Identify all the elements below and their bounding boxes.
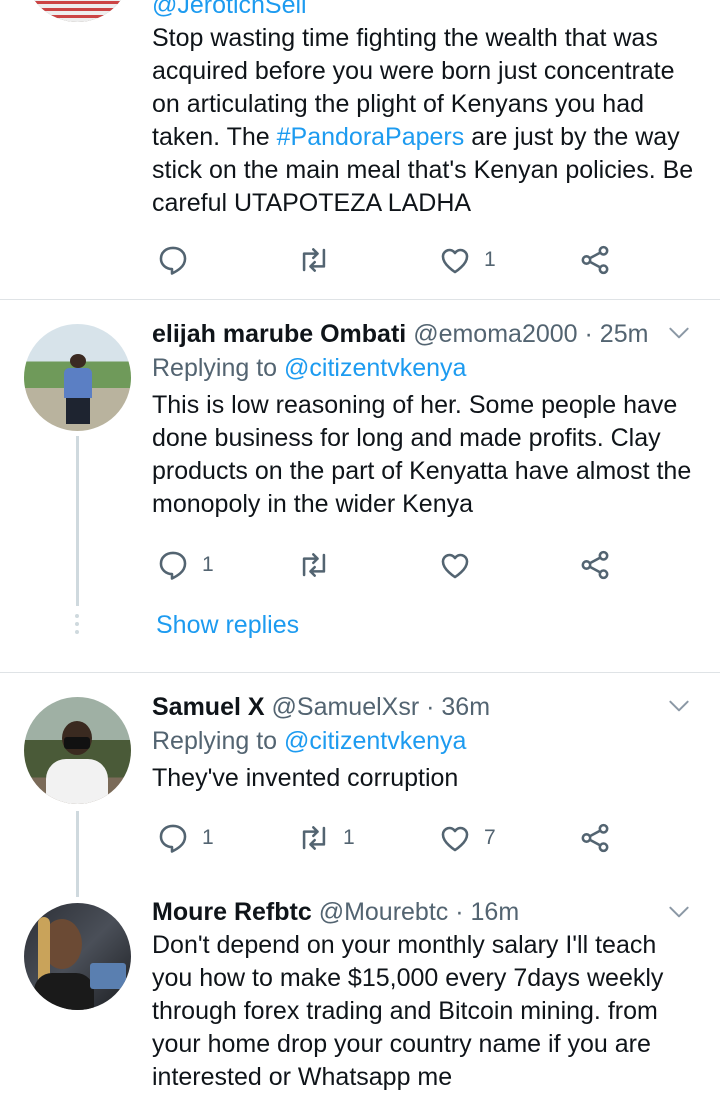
avatar[interactable] [24,903,131,1010]
tweet-text: This is low reasoning of her. Some peopl… [152,391,692,518]
display-name[interactable]: elijah marube Ombati [152,320,406,348]
caret-down-icon[interactable] [666,899,692,925]
retweet-button[interactable] [297,545,343,585]
like-button[interactable] [438,545,484,585]
tweet-body: Moure Refbtc @Mourebtc · 16m Don't depen… [152,895,702,1094]
retweet-icon [297,821,331,855]
caret-down-icon[interactable] [666,693,692,719]
retweet-icon [297,243,331,277]
tweet-card[interactable]: Samuel X @SamuelXsr · 36m Replying to @c… [0,673,720,897]
like-icon [438,548,472,582]
tweet-header: elijah marube Ombati @emoma2000 · 25m [152,317,702,351]
retweet-count: 1 [343,826,355,849]
reply-icon [156,548,190,582]
share-icon [578,243,612,277]
like-count: 7 [484,826,496,849]
like-icon [438,821,472,855]
replying-handle-link[interactable]: @citizentvkenya [284,727,466,755]
retweet-icon [297,548,331,582]
tweet-actions: 1 [152,240,622,280]
tweet-text: They've invented corruption [152,764,459,792]
tweet-time: · 25m [584,320,649,348]
share-icon [578,821,612,855]
tweet-header: Samuel X @SamuelXsr · 36m [152,690,702,724]
tweet-body: Samuel X @SamuelXsr · 36m Replying to @c… [152,690,702,795]
reply-count: 1 [202,826,214,849]
user-handle[interactable]: @emoma2000 [413,320,577,348]
share-button[interactable] [578,545,612,585]
display-name[interactable]: Moure Refbtc [152,898,312,926]
reply-button[interactable]: 1 [156,545,214,585]
avatar[interactable] [24,324,131,431]
user-handle[interactable]: @SamuelXsr [272,693,420,721]
user-handle[interactable]: @Mourebtc [319,898,449,926]
reply-count: 1 [202,553,214,576]
tweet-card[interactable]: elijah marube Ombati @emoma2000 · 25m Re… [0,300,720,672]
share-button[interactable] [578,240,612,280]
reply-button[interactable]: 1 [156,818,214,858]
like-button[interactable]: 7 [438,818,496,858]
caret-down-icon[interactable] [666,320,692,346]
like-icon [438,243,472,277]
tweet-actions: 1 1 7 [152,818,622,858]
replying-handle-link[interactable]: @citizentvkenya [284,354,466,382]
reply-icon [156,821,190,855]
reply-button[interactable] [156,240,202,280]
like-button[interactable]: 1 [438,240,496,280]
tweet-handle[interactable]: @JerotichSeii [152,0,702,22]
tweet-card[interactable]: Moure Refbtc @Mourebtc · 16m Don't depen… [0,893,720,1106]
replying-to: Replying to @citizentvkenya [152,727,467,755]
hashtag-link[interactable]: #PandoraPapers [277,123,465,151]
show-replies-link[interactable]: Show replies [156,611,299,640]
tweet-actions: 1 [152,545,622,585]
tweet-time: · 16m [455,898,520,926]
tweet-header: Moure Refbtc @Mourebtc · 16m [152,895,702,929]
like-count: 1 [484,248,496,271]
tweet-body: @JerotichSeii Stop wasting time fighting… [152,0,702,220]
tweet-text: Don't depend on your monthly salary I'll… [152,931,664,1091]
tweet-text: Stop wasting time fighting the wealth th… [152,24,694,217]
retweet-button[interactable]: 1 [297,818,355,858]
share-icon [578,548,612,582]
replying-to: Replying to @citizentvkenya [152,354,467,382]
thread-line [76,811,79,897]
retweet-button[interactable] [297,240,343,280]
display-name[interactable]: Samuel X [152,693,265,721]
thread-line [76,436,79,606]
tweet-card[interactable]: @JerotichSeii Stop wasting time fighting… [0,0,720,300]
avatar[interactable] [24,0,131,22]
tweet-time: · 36m [426,693,491,721]
reply-icon [156,243,190,277]
thread-dots [75,614,79,638]
tweet-body: elijah marube Ombati @emoma2000 · 25m Re… [152,317,702,521]
share-button[interactable] [578,818,612,858]
avatar[interactable] [24,697,131,804]
